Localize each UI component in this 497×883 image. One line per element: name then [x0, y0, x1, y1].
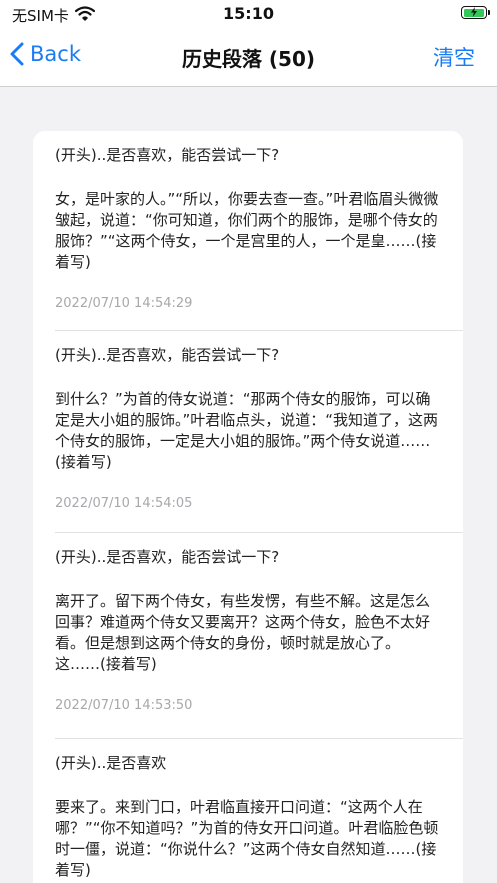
history-item-body: 到什么？”为首的侍女说道：“那两个侍女的服饰，可以确定是大小姐的服饰。”叶君临点…: [55, 390, 439, 471]
history-item-head: (开头)..是否喜欢，能否尝试一下?: [55, 146, 280, 164]
history-item[interactable]: (开头)..是否喜欢 要来了。来到门口，叶君临直接开口问道：“这两个人在哪？”“…: [33, 739, 463, 883]
battery-icon: [461, 6, 490, 19]
history-item-time: 2022/07/10 14:53:50: [55, 698, 193, 713]
history-item[interactable]: (开头)..是否喜欢，能否尝试一下? 离开了。留下两个侍女，有些发愣，有些不解。…: [33, 533, 463, 739]
history-list-scroll[interactable]: (开头)..是否喜欢，能否尝试一下? 女，是叶家的人。”“所以，你要去查一查。”…: [0, 87, 497, 883]
history-card: (开头)..是否喜欢，能否尝试一下? 女，是叶家的人。”“所以，你要去查一查。”…: [33, 131, 463, 883]
history-item-head: (开头)..是否喜欢，能否尝试一下?: [55, 346, 280, 364]
history-item-body: 离开了。留下两个侍女，有些发愣，有些不解。这是怎么回事？难道两个侍女又要离开？这…: [55, 592, 431, 673]
history-item-body: 女，是叶家的人。”“所以，你要去查一查。”叶君临眉头微微皱起，说道：“你可知道，…: [55, 190, 439, 271]
status-bar: 无SIM卡 15:10: [0, 0, 497, 30]
history-item[interactable]: (开头)..是否喜欢，能否尝试一下? 女，是叶家的人。”“所以，你要去查一查。”…: [33, 131, 463, 331]
history-item-head: (开头)..是否喜欢: [55, 754, 167, 772]
navigation-bar: Back 历史段落 (50) 清空: [0, 30, 497, 87]
history-item[interactable]: (开头)..是否喜欢，能否尝试一下? 到什么？”为首的侍女说道：“那两个侍女的服…: [33, 331, 463, 533]
page-title: 历史段落 (50): [181, 47, 316, 71]
history-item-body: 要来了。来到门口，叶君临直接开口问道：“这两个人在哪？”“你不知道吗？”为首的侍…: [55, 798, 439, 879]
history-item-time: 2022/07/10 14:54:29: [55, 296, 193, 311]
clear-button[interactable]: 清空: [433, 42, 475, 72]
history-item-time: 2022/07/10 14:54:05: [55, 496, 193, 511]
status-time: 15:10: [223, 4, 274, 23]
history-item-head: (开头)..是否喜欢，能否尝试一下?: [55, 548, 280, 566]
